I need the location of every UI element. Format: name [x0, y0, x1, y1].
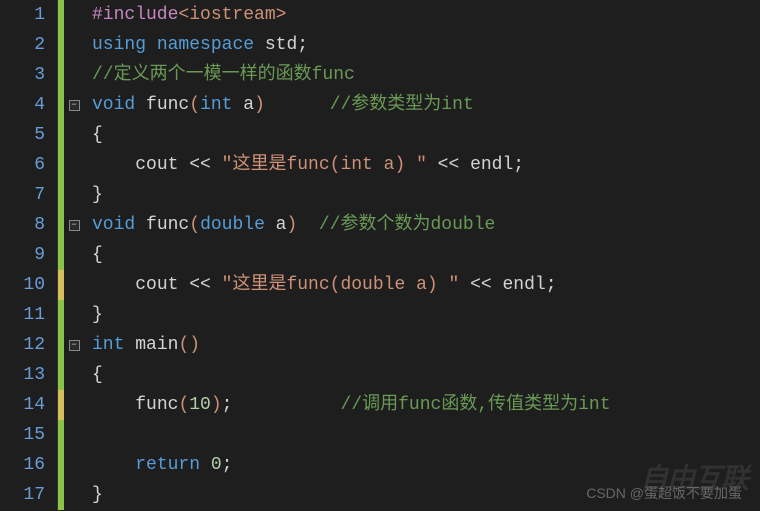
line-number: 14 — [0, 390, 45, 420]
fold-gutter: − − − — [64, 0, 84, 511]
line-number: 2 — [0, 30, 45, 60]
line-number: 7 — [0, 180, 45, 210]
code-line: //定义两个一模一样的函数func — [92, 60, 760, 90]
line-number: 5 — [0, 120, 45, 150]
fold-toggle-icon[interactable]: − — [69, 220, 80, 231]
line-number: 4 — [0, 90, 45, 120]
code-line: void func(int a) //参数类型为int — [92, 90, 760, 120]
line-number: 15 — [0, 420, 45, 450]
code-line: { — [92, 120, 760, 150]
code-content[interactable]: #include<iostream> using namespace std; … — [84, 0, 760, 511]
code-line — [92, 420, 760, 450]
line-number: 10 — [0, 270, 45, 300]
code-line: using namespace std; — [92, 30, 760, 60]
line-number: 12 — [0, 330, 45, 360]
code-editor[interactable]: 1 2 3 4 5 6 7 8 9 10 11 12 13 14 15 16 1… — [0, 0, 760, 511]
code-line: cout << "这里是func(double a) " << endl; — [92, 270, 760, 300]
line-number: 16 — [0, 450, 45, 480]
line-number: 3 — [0, 60, 45, 90]
line-number-gutter: 1 2 3 4 5 6 7 8 9 10 11 12 13 14 15 16 1… — [0, 0, 58, 511]
watermark-text: CSDN @蛋超饭不要加蛋 — [586, 483, 742, 503]
code-line: } — [92, 180, 760, 210]
code-line: #include<iostream> — [92, 0, 760, 30]
line-number: 6 — [0, 150, 45, 180]
code-line: func(10); //调用func函数,传值类型为int — [92, 390, 760, 420]
line-number: 8 — [0, 210, 45, 240]
code-line: { — [92, 360, 760, 390]
line-number: 17 — [0, 480, 45, 510]
code-line: void func(double a) //参数个数为double — [92, 210, 760, 240]
line-number: 1 — [0, 0, 45, 30]
line-number: 9 — [0, 240, 45, 270]
line-number: 13 — [0, 360, 45, 390]
code-line: cout << "这里是func(int a) " << endl; — [92, 150, 760, 180]
code-line: { — [92, 240, 760, 270]
fold-toggle-icon[interactable]: − — [69, 340, 80, 351]
code-line: int main() — [92, 330, 760, 360]
fold-toggle-icon[interactable]: − — [69, 100, 80, 111]
line-number: 11 — [0, 300, 45, 330]
code-line: } — [92, 300, 760, 330]
